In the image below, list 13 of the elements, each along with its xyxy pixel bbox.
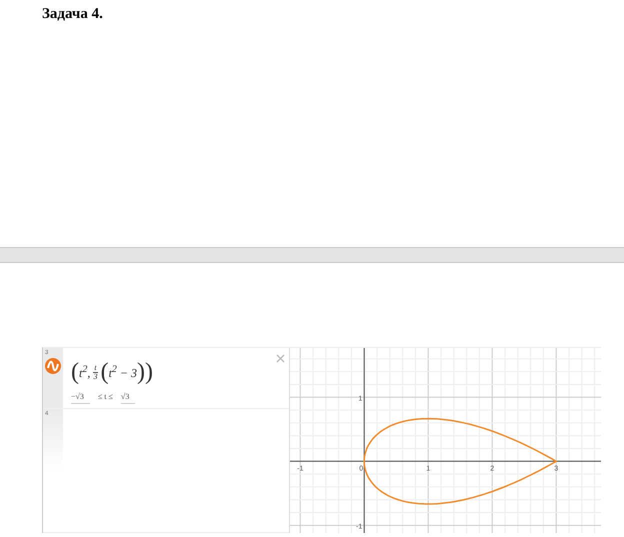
parenthesis: )	[145, 360, 154, 384]
domain-high[interactable]: √3	[120, 392, 136, 404]
fraction: t 3	[93, 364, 98, 380]
domain-inequality: ≤ t ≤	[98, 392, 113, 403]
wave-logo-icon	[45, 358, 61, 374]
expression-text: t$^{2}$,	[79, 364, 90, 380]
task-heading: Задача 4.	[41, 5, 104, 24]
domain-low[interactable]: −√3	[71, 392, 90, 404]
parenthesis: (	[71, 360, 79, 384]
expression-text: t$^{2}$ − 3	[108, 364, 138, 380]
close-icon[interactable]	[276, 354, 285, 363]
parenthesis: )	[137, 360, 146, 384]
parenthesis: (	[100, 360, 109, 384]
